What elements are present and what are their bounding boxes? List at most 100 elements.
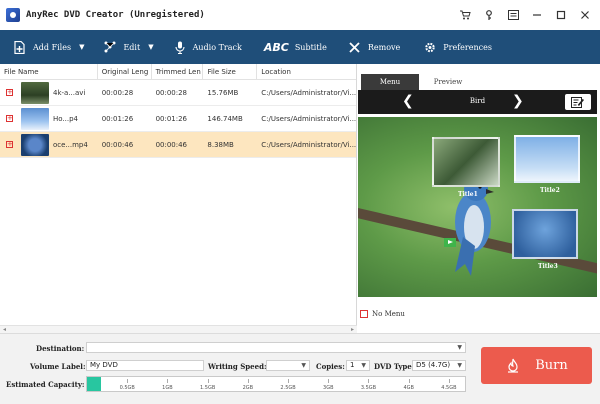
remove-button[interactable]: Remove xyxy=(335,30,408,64)
column-header-trimmed-length[interactable]: Trimmed Len xyxy=(152,63,204,80)
capacity-bar: 0.5GB 1GB 1.5GB 2GB 2.5GB 3GB 3.5GB 4GB 4.5GB xyxy=(86,376,466,392)
main-toolbar: Add Files ▼ Edit ▼ Audio Track ABC Subti… xyxy=(0,30,600,64)
edit-button[interactable]: Edit ▼ xyxy=(92,30,161,64)
audio-track-button[interactable]: Audio Track xyxy=(162,30,250,64)
capacity-tick-label: 1.5GB xyxy=(199,385,216,391)
no-menu-label: No Menu xyxy=(372,310,405,318)
audio-track-label: Audio Track xyxy=(192,42,242,52)
minimize-icon[interactable] xyxy=(530,8,544,22)
edit-dropdown-icon[interactable]: ▼ xyxy=(148,43,153,51)
volume-label-value: My DVD xyxy=(90,361,118,369)
expand-plus-icon[interactable]: + xyxy=(6,115,13,122)
title-bar: AnyRec DVD Creator (Unregistered) xyxy=(0,0,600,30)
menu-panel: Menu Preview ❮ Bird ❯ Title1 Title2 Titl… xyxy=(357,64,600,333)
dvd-type-value: D5 (4.7G) xyxy=(416,361,451,369)
capacity-tick-mark xyxy=(167,379,169,383)
column-header-original-length[interactable]: Original Leng xyxy=(98,63,152,80)
subtitle-button[interactable]: ABC Subtitle xyxy=(250,30,335,64)
chevron-down-icon: ▼ xyxy=(301,362,306,369)
horizontal-scrollbar[interactable]: ◂ ▸ xyxy=(0,325,357,333)
table-row[interactable]: +4k-a...avi 00:00:28 00:00:28 15.76MB C:… xyxy=(0,80,356,106)
tab-preview[interactable]: Preview xyxy=(419,74,477,90)
app-logo-icon xyxy=(6,8,20,22)
edit-effects-icon xyxy=(104,41,116,53)
capacity-tick-label: 3.5GB xyxy=(360,385,377,391)
add-files-button[interactable]: Add Files ▼ xyxy=(0,30,92,64)
copies-value: 1 xyxy=(350,361,355,369)
destination-label: Destination: xyxy=(36,344,85,353)
maximize-icon[interactable] xyxy=(554,8,568,22)
menu-title-thumb-3[interactable] xyxy=(512,209,578,259)
column-header-file-name[interactable]: File Name xyxy=(0,63,98,80)
remove-x-icon xyxy=(349,41,361,53)
close-icon[interactable] xyxy=(578,8,592,22)
chevron-down-icon: ▼ xyxy=(457,362,462,369)
cart-icon[interactable] xyxy=(458,8,472,22)
table-row[interactable]: + Ho...p4 00:01:26 00:01:26 146.74MB C:/U… xyxy=(0,106,356,132)
file-location: C:/Users/Administrator/Vi... xyxy=(261,114,356,123)
column-header-location[interactable]: Location xyxy=(257,64,356,80)
key-icon[interactable] xyxy=(482,8,496,22)
capacity-tick-mark xyxy=(328,379,330,383)
checkbox-icon[interactable] xyxy=(360,310,368,318)
template-nav-bar: ❮ Bird ❯ xyxy=(358,90,597,114)
play-icon[interactable] xyxy=(444,238,456,247)
flame-icon xyxy=(508,358,519,373)
tab-menu[interactable]: Menu xyxy=(361,74,419,90)
chevron-down-icon: ▼ xyxy=(361,362,366,369)
menu-title-thumb-1[interactable] xyxy=(432,137,500,187)
writing-speed-label: Writing Speed: xyxy=(208,362,267,371)
capacity-tick-label: 3GB xyxy=(323,385,334,391)
remove-label: Remove xyxy=(367,42,401,52)
capacity-tick-mark xyxy=(408,379,410,383)
menu-title-label-2: Title2 xyxy=(540,187,560,194)
output-settings-panel: Destination: ▼ Volume Label: My DVD Writ… xyxy=(0,333,600,404)
capacity-tick-mark xyxy=(127,379,129,383)
feedback-icon[interactable] xyxy=(506,8,520,22)
edit-menu-icon xyxy=(571,96,584,108)
subtitle-abc-icon: ABC xyxy=(263,40,289,54)
chevron-down-icon: ▼ xyxy=(457,344,462,351)
capacity-tick-mark xyxy=(368,379,370,383)
capacity-tick-label: 2GB xyxy=(242,385,254,391)
window-title: AnyRec DVD Creator (Unregistered) xyxy=(26,10,205,20)
file-size: 8.38MB xyxy=(207,140,234,149)
add-files-dropdown-icon[interactable]: ▼ xyxy=(79,43,84,51)
add-file-icon xyxy=(14,40,26,54)
burn-button[interactable]: Burn xyxy=(481,347,592,384)
file-list-panel: File Name Original Leng Trimmed Len File… xyxy=(0,63,357,333)
capacity-tick-mark xyxy=(247,379,249,383)
next-template-icon[interactable]: ❯ xyxy=(512,93,524,109)
copies-stepper[interactable]: 1 ▼ xyxy=(346,360,370,371)
file-list-header: File Name Original Leng Trimmed Len File… xyxy=(0,63,356,80)
expand-plus-icon[interactable]: + xyxy=(6,141,13,148)
edit-label: Edit xyxy=(123,42,141,52)
menu-title-label-3: Title3 xyxy=(538,263,558,270)
expand-plus-icon[interactable]: + xyxy=(6,89,13,96)
preferences-button[interactable]: Preferences xyxy=(408,30,500,64)
file-size: 146.74MB xyxy=(207,114,243,123)
file-location: C:/Users/Administrator/Vi... xyxy=(261,140,356,149)
capacity-tick-label: 0.5GB xyxy=(119,385,135,391)
column-header-file-size[interactable]: File Size xyxy=(203,63,258,80)
volume-label-input[interactable]: My DVD xyxy=(86,360,204,371)
preferences-label: Preferences xyxy=(443,42,492,52)
original-length: 00:00:28 xyxy=(101,88,134,97)
destination-select[interactable]: ▼ xyxy=(86,342,466,353)
original-length: 00:01:26 xyxy=(101,114,134,123)
menu-title-thumb-2[interactable] xyxy=(514,135,580,183)
dvd-type-select[interactable]: D5 (4.7G) ▼ xyxy=(412,360,466,371)
menu-preview-canvas[interactable]: Title1 Title2 Title3 xyxy=(358,117,597,297)
no-menu-checkbox[interactable]: No Menu xyxy=(360,310,405,318)
capacity-tick-mark xyxy=(207,379,209,383)
add-files-label: Add Files xyxy=(33,42,72,52)
menu-title-label-1: Title1 xyxy=(458,191,478,198)
file-name: Ho...p4 xyxy=(53,114,78,123)
writing-speed-select[interactable]: ▼ xyxy=(266,360,310,371)
microphone-icon xyxy=(174,41,186,54)
capacity-tick-label: 2.5GB xyxy=(280,385,296,391)
table-row[interactable]: + oce...mp4 00:00:46 00:00:46 8.38MB C:/U… xyxy=(0,132,356,158)
video-thumbnail xyxy=(21,107,49,130)
edit-menu-button[interactable] xyxy=(565,94,591,110)
copies-label: Copies: xyxy=(316,362,345,371)
